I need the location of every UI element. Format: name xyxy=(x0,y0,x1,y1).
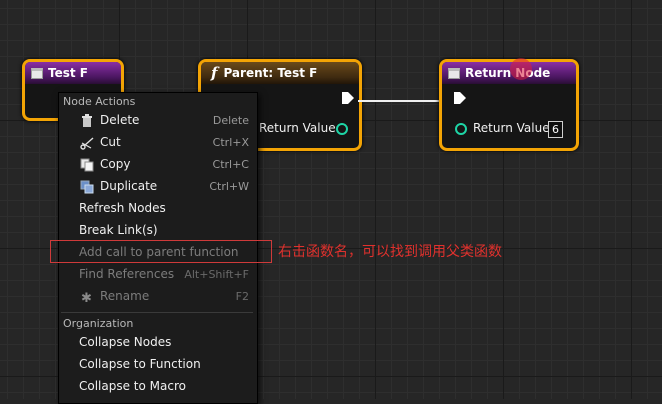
rename-icon: ✱ xyxy=(81,291,92,304)
menu-item-collapse-to-macro[interactable]: Collapse to Macro xyxy=(60,376,255,398)
menu-item-delete[interactable]: Delete Delete xyxy=(60,110,255,132)
exec-out-pin[interactable] xyxy=(342,92,354,104)
parent-return-value-label: Return Value xyxy=(259,121,336,135)
menu-item-label: Collapse Nodes xyxy=(79,335,172,349)
menu-item-duplicate[interactable]: Duplicate Ctrl+W xyxy=(60,176,255,198)
menu-item-label: Rename xyxy=(100,289,150,303)
cursor-highlight xyxy=(510,58,532,80)
menu-item-shortcut: Ctrl+C xyxy=(212,158,249,171)
annotation-text: 右击函数名，可以找到调用父类函数 xyxy=(278,244,502,260)
menu-item-collapse-to-function[interactable]: Collapse to Function xyxy=(60,354,255,376)
node-parent-title: Parent: Test F xyxy=(223,66,318,80)
menu-item-label: Refresh Nodes xyxy=(79,201,166,215)
function-return-icon xyxy=(448,67,460,79)
menu-item-refresh-nodes[interactable]: Refresh Nodes xyxy=(60,198,255,220)
menu-item-collapse-nodes[interactable]: Collapse Nodes xyxy=(60,332,255,354)
exec-in-pin[interactable] xyxy=(454,92,466,104)
highlight-box xyxy=(50,240,272,263)
node-test-f-title: Test F xyxy=(48,66,88,80)
menu-item-label: Find References xyxy=(79,267,175,281)
copy-icon xyxy=(80,158,94,172)
menu-item-find-references[interactable]: Find References Alt+Shift+F xyxy=(60,264,255,286)
svg-text:✱: ✱ xyxy=(81,291,92,304)
menu-item-label: Copy xyxy=(100,157,131,171)
menu-item-shortcut: Ctrl+X xyxy=(212,136,249,149)
return-value-input[interactable]: 6 xyxy=(548,121,563,138)
function-entry-icon xyxy=(31,67,43,79)
return-value-label: Return Value xyxy=(473,121,550,135)
trash-icon xyxy=(82,114,92,127)
scissors-icon xyxy=(80,137,94,150)
node-return-header[interactable]: Return Node xyxy=(442,62,576,84)
menu-item-rename[interactable]: ✱ Rename F2 xyxy=(60,286,255,308)
menu-item-cut[interactable]: Cut Ctrl+X xyxy=(60,132,255,154)
section-node-actions: Node Actions xyxy=(63,95,136,108)
menu-item-label: Delete xyxy=(100,113,140,127)
menu-item-label: Collapse to Macro xyxy=(79,379,186,393)
parent-return-value-pin[interactable] xyxy=(336,123,348,135)
exec-wire xyxy=(358,100,452,102)
menu-item-copy[interactable]: Copy Ctrl+C xyxy=(60,154,255,176)
function-f-icon: f xyxy=(211,64,218,82)
menu-item-label: Collapse to Function xyxy=(79,357,201,371)
menu-item-shortcut: Delete xyxy=(212,114,249,127)
menu-item-shortcut: Alt+Shift+F xyxy=(184,268,249,281)
menu-item-shortcut: Ctrl+W xyxy=(209,180,249,193)
node-test-f-header[interactable]: Test F xyxy=(25,62,121,84)
menu-item-break-links[interactable]: Break Link(s) xyxy=(60,220,255,242)
return-value-pin[interactable] xyxy=(455,123,467,135)
menu-item-shortcut: F2 xyxy=(235,290,249,303)
section-organization: Organization xyxy=(63,317,134,330)
menu-item-label: Cut xyxy=(100,135,121,149)
menu-divider xyxy=(61,312,253,313)
duplicate-icon xyxy=(80,180,94,194)
node-return-title: Return Node xyxy=(465,66,551,80)
node-return[interactable]: Return Node Return Value 6 xyxy=(439,59,579,151)
node-parent-header[interactable]: f Parent: Test F xyxy=(201,62,359,84)
menu-item-label: Break Link(s) xyxy=(79,223,158,237)
menu-item-label: Duplicate xyxy=(100,179,158,193)
